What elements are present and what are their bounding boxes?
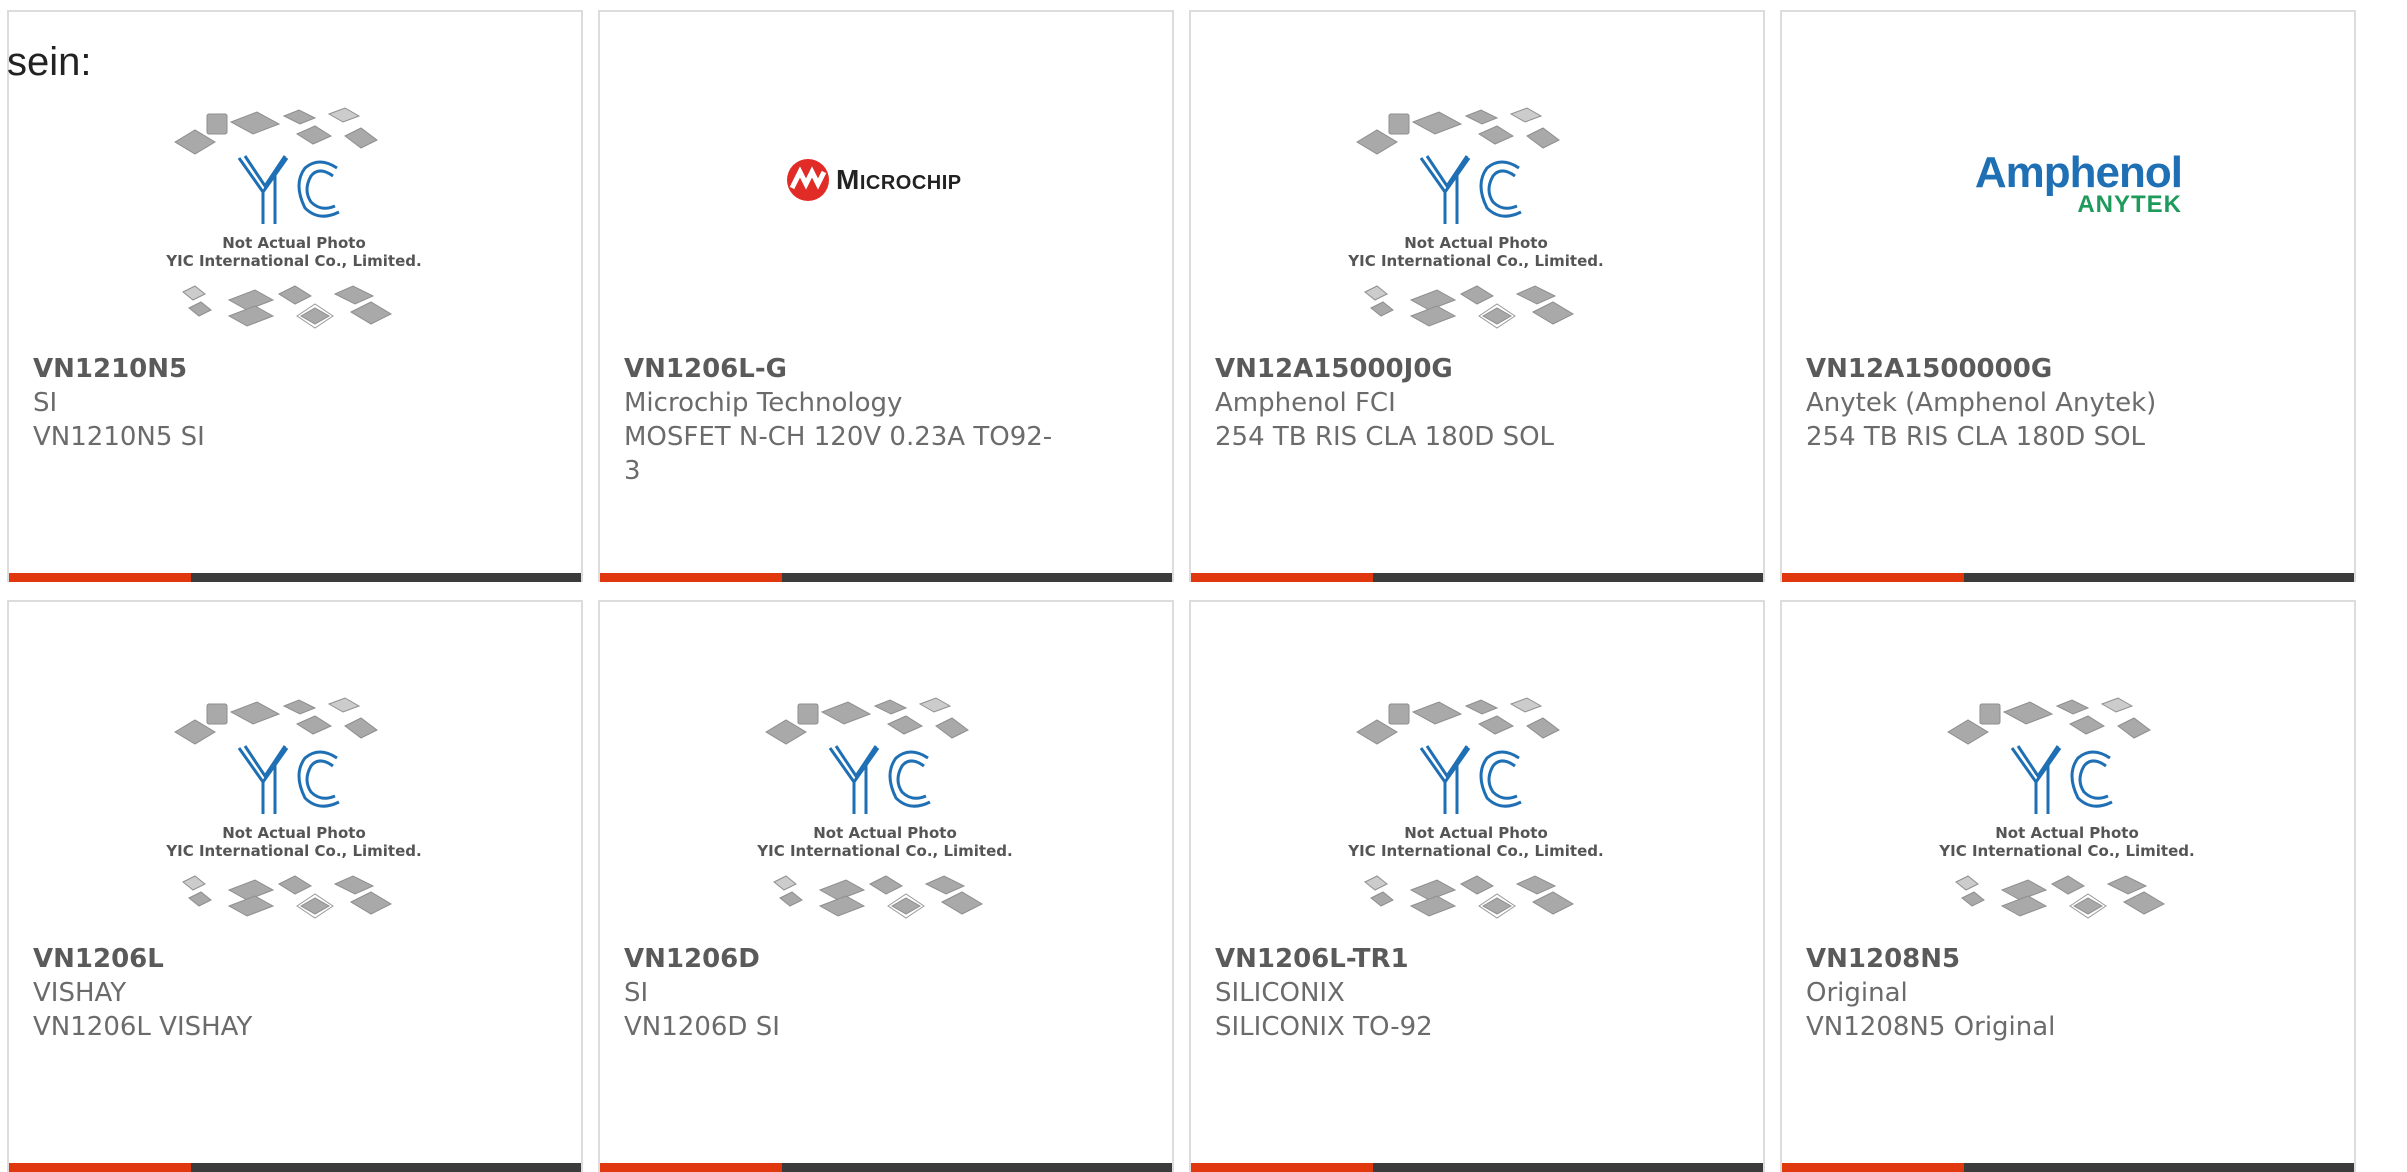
manufacturer: Microchip Technology <box>624 388 903 418</box>
card-accent-bar <box>1782 1163 1964 1172</box>
card-accent-bar <box>600 1163 782 1172</box>
svg-text:YIC International Co., Limited: YIC International Co., Limited. <box>1347 252 1603 270</box>
product-info: VN1208N5 Original VN1208N5 Original <box>1806 942 2246 1044</box>
placeholder-image[interactable]: Not Actual Photo YIC International Co., … <box>139 684 449 944</box>
card-bottom-bar <box>9 573 581 582</box>
svg-text:YIC International Co., Limited: YIC International Co., Limited. <box>165 252 421 270</box>
manufacturer: Anytek (Amphenol Anytek) <box>1806 388 2157 418</box>
placeholder-image[interactable]: Not Actual Photo YIC International Co., … <box>139 94 449 354</box>
card-bottom-bar <box>1191 1163 1763 1172</box>
svg-text:Not Actual Photo: Not Actual Photo <box>1404 824 1548 842</box>
microchip-logo-icon <box>787 159 829 201</box>
card-bottom-bar <box>600 573 1172 582</box>
product-info: VN1206L-G Microchip Technology MOSFET N-CH… <box>624 352 1064 488</box>
svg-text:Not Actual Photo: Not Actual Photo <box>222 824 366 842</box>
svg-text:Not Actual Photo: Not Actual Photo <box>813 824 957 842</box>
amphenol-anytek-logo[interactable]: Amphenol ANYTEK <box>1972 148 2183 218</box>
card-bottom-bar <box>1782 573 2354 582</box>
placeholder-image[interactable]: Not Actual Photo YIC International Co., … <box>730 684 1040 944</box>
manufacturer: SI <box>33 388 58 418</box>
product-card[interactable]: Microchip VN1206L-G Microchip Technology MO… <box>598 10 1174 582</box>
svg-text:YIC International Co., Limited: YIC International Co., Limited. <box>165 842 421 860</box>
product-info: VN12A1500000G Anytek (Amphenol Anytek) 254… <box>1806 352 2246 454</box>
amphenol-logo-text: Amphenol <box>1974 148 2183 197</box>
part-number-link[interactable]: VN1206L-G <box>624 352 1064 386</box>
microchip-logo[interactable]: Microchip <box>786 158 962 202</box>
svg-text:YIC International Co., Limited: YIC International Co., Limited. <box>756 842 1012 860</box>
product-info: VN1206L-TR1 SILICONIX SILICONIX TO-92 <box>1215 942 1655 1044</box>
part-number-link[interactable]: VN1210N5 <box>33 352 473 386</box>
card-bottom-bar <box>600 1163 1172 1172</box>
product-card[interactable]: Amphenol ANYTEK VN12A1500000G Anytek (Amphe… <box>1780 10 2356 582</box>
description: VN1208N5 Original <box>1806 1012 2056 1042</box>
manufacturer: SI <box>624 978 649 1008</box>
part-number-link[interactable]: VN12A1500000G <box>1806 352 2246 386</box>
product-card[interactable]: Not Actual Photo YIC International Co., … <box>1189 10 1765 582</box>
description: MOSFET N-CH 120V 0.23A TO92-3 <box>624 422 1053 486</box>
manufacturer: Original <box>1806 978 1908 1008</box>
card-accent-bar <box>600 573 782 582</box>
svg-text:Not Actual Photo: Not Actual Photo <box>222 234 366 252</box>
card-bottom-bar <box>9 1163 581 1172</box>
part-number-link[interactable]: VN1208N5 <box>1806 942 2246 976</box>
product-info: VN12A15000J0G Amphenol FCI 254 TB RIS CLA … <box>1215 352 1655 454</box>
description: 254 TB RIS CLA 180D SOL <box>1806 422 2146 452</box>
card-accent-bar <box>1191 573 1373 582</box>
description: VN1210N5 SI <box>33 422 205 452</box>
anytek-logo-text: ANYTEK <box>2077 191 2182 218</box>
part-number-link[interactable]: VN1206L <box>33 942 473 976</box>
product-card[interactable]: Not Actual Photo YIC International Co., … <box>7 10 583 582</box>
placeholder-image[interactable]: Not Actual Photo YIC International Co., … <box>1912 684 2222 944</box>
part-number-link[interactable]: VN12A15000J0G <box>1215 352 1655 386</box>
card-accent-bar <box>9 573 191 582</box>
placeholder-image[interactable]: Not Actual Photo YIC International Co., … <box>1321 684 1631 944</box>
product-card[interactable]: Not Actual Photo YIC International Co., … <box>7 600 583 1172</box>
product-card[interactable]: Not Actual Photo YIC International Co., … <box>1780 600 2356 1172</box>
card-accent-bar <box>1191 1163 1373 1172</box>
svg-text:YIC International Co., Limited: YIC International Co., Limited. <box>1938 842 2194 860</box>
card-accent-bar <box>9 1163 191 1172</box>
description: 254 TB RIS CLA 180D SOL <box>1215 422 1555 452</box>
manufacturer: VISHAY <box>33 978 127 1008</box>
product-info: VN1206D SI VN1206D SI <box>624 942 1064 1044</box>
product-info: VN1210N5 SI VN1210N5 SI <box>33 352 473 454</box>
svg-text:Not Actual Photo: Not Actual Photo <box>1404 234 1548 252</box>
card-bottom-bar <box>1782 1163 2354 1172</box>
manufacturer: Amphenol FCI <box>1215 388 1396 418</box>
part-number-link[interactable]: VN1206L-TR1 <box>1215 942 1655 976</box>
part-number-link[interactable]: VN1206D <box>624 942 1064 976</box>
product-card[interactable]: Not Actual Photo YIC International Co., … <box>598 600 1174 1172</box>
card-accent-bar <box>1782 573 1964 582</box>
svg-text:YIC International Co., Limited: YIC International Co., Limited. <box>1347 842 1603 860</box>
manufacturer: SILICONIX <box>1215 978 1345 1008</box>
description: SILICONIX TO-92 <box>1215 1012 1433 1042</box>
placeholder-image[interactable]: Not Actual Photo YIC International Co., … <box>1321 94 1631 354</box>
svg-text:Not Actual Photo: Not Actual Photo <box>1995 824 2139 842</box>
card-bottom-bar <box>1191 573 1763 582</box>
description: VN1206D SI <box>624 1012 780 1042</box>
description: VN1206L VISHAY <box>33 1012 253 1042</box>
product-card[interactable]: Not Actual Photo YIC International Co., … <box>1189 600 1765 1172</box>
product-info: VN1206L VISHAY VN1206L VISHAY <box>33 942 473 1044</box>
microchip-logo-text: Microchip <box>836 164 962 195</box>
intro-text: sein: <box>7 40 92 84</box>
